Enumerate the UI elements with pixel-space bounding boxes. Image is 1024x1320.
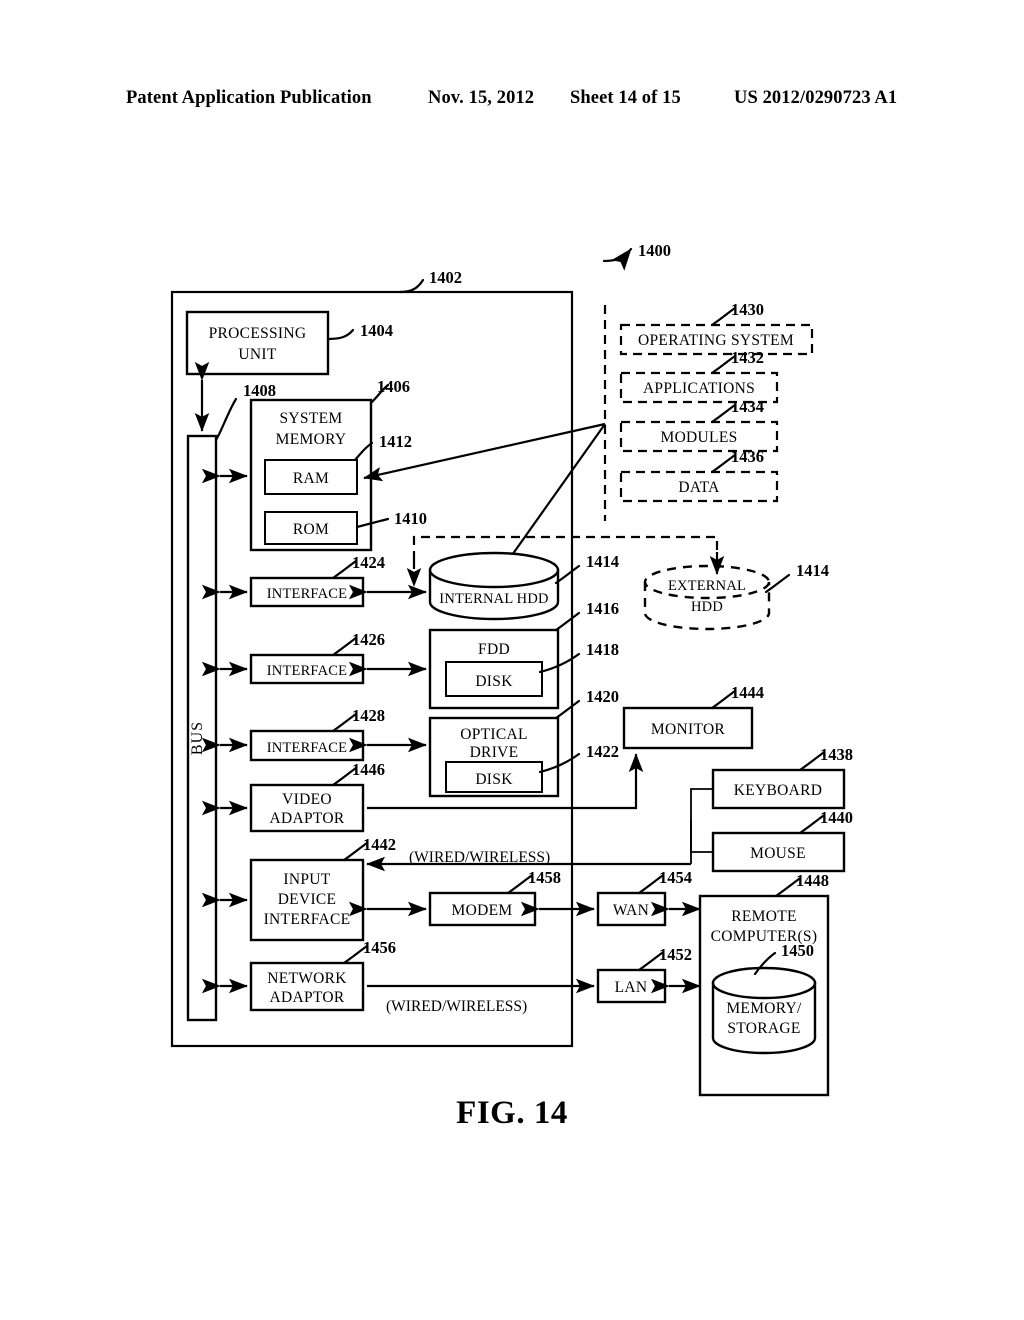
network-nodes-group: WAN 1454 LAN 1452 (596, 868, 701, 1004)
video-adaptor-label-1: VIDEO (282, 791, 332, 808)
system-ref-callout: 1400 (602, 241, 671, 271)
internal-hdd-label: INTERNAL HDD (439, 591, 548, 607)
ref-1418: 1418 (586, 640, 619, 659)
operating-system-label: OPERATING SYSTEM (638, 332, 794, 349)
ref-1436: 1436 (731, 447, 764, 466)
network-adaptor-row: NETWORK ADAPTOR 1456 (WIRED/WIRELESS) (201, 938, 595, 1015)
ref-1458: 1458 (528, 868, 561, 887)
modem-label: MODEM (452, 902, 513, 919)
interface-optical-label: INTERFACE (267, 740, 347, 756)
video-adaptor-label-2: ADAPTOR (269, 810, 344, 827)
remote-computers-group: REMOTE COMPUTER(S) 1448 MEMORY/ STORAGE … (698, 871, 830, 1097)
ref-1406: 1406 (377, 377, 410, 396)
rom-label: ROM (293, 521, 329, 538)
ref-1414-internal: 1414 (586, 552, 619, 571)
mouse-label: MOUSE (750, 845, 806, 862)
system-memory-label-2: MEMORY (276, 431, 347, 448)
leader-1416 (554, 611, 581, 632)
modules-label: MODULES (660, 429, 737, 446)
external-hdd-label-2: HDD (691, 599, 723, 615)
ref-1400: 1400 (638, 241, 671, 260)
ref-1432: 1432 (731, 348, 764, 367)
ref-1404: 1404 (360, 321, 393, 340)
ref-1434: 1434 (731, 397, 764, 416)
arrow-stack-to-hdd (499, 423, 606, 573)
ref-1446: 1446 (352, 760, 385, 779)
bus-label: BUS (189, 721, 206, 755)
hdd-interface-row: INTERFACE 1424 INTERNAL HDD 1414 (201, 551, 619, 621)
network-adaptor-label-1: NETWORK (267, 970, 347, 987)
leader-1414-internal (554, 564, 581, 585)
remote-computers-label-1: REMOTE (731, 908, 797, 925)
optical-drive-label-2: DRIVE (470, 744, 519, 761)
ref-1426: 1426 (352, 630, 385, 649)
ref-1450: 1450 (781, 941, 814, 960)
processing-unit-label-1: PROCESSING (209, 325, 307, 342)
wired-wireless-bottom-label: (WIRED/WIRELESS) (386, 998, 527, 1015)
patent-figure-page: Patent Application Publication Nov. 15, … (0, 0, 1024, 1320)
memory-storage-label-1: MEMORY/ (726, 1000, 802, 1017)
fdd-disk-label: DISK (475, 673, 513, 690)
ram-label: RAM (293, 470, 329, 487)
interface-fdd-label: INTERFACE (267, 663, 347, 679)
external-hdd-label-1: EXTERNAL (668, 578, 746, 594)
memory-storage-label-2: STORAGE (727, 1020, 800, 1037)
software-stack-group: OPERATING SYSTEM 1430 APPLICATIONS 1432 … (363, 300, 814, 573)
input-device-interface-label-3: INTERFACE (264, 911, 351, 928)
ref-1424: 1424 (352, 553, 385, 572)
ref-1414-external: 1414 (796, 561, 829, 580)
ref-1456: 1456 (363, 938, 396, 957)
wan-label: WAN (613, 902, 649, 919)
applications-label: APPLICATIONS (643, 380, 755, 397)
fdd-label: FDD (478, 641, 510, 658)
input-device-interface-label-1: INPUT (283, 871, 330, 888)
ref-1448: 1448 (796, 871, 829, 890)
ref-1440: 1440 (820, 808, 853, 827)
processing-unit-label-2: UNIT (238, 346, 276, 363)
processing-unit-block: PROCESSING UNIT 1404 (185, 310, 393, 376)
input-device-interface-label-2: DEVICE (278, 891, 337, 908)
ref-1416: 1416 (586, 599, 619, 618)
external-hdd-block: EXTERNAL HDD 1414 (643, 561, 829, 631)
ref-1410: 1410 (394, 509, 427, 528)
leader-1408 (214, 397, 238, 442)
ref-1454: 1454 (659, 868, 692, 887)
ref-1438: 1438 (820, 745, 853, 764)
ref-1452: 1452 (659, 945, 692, 964)
ref-1412: 1412 (379, 432, 412, 451)
optical-drive-label-1: OPTICAL (460, 726, 528, 743)
network-adaptor-label-2: ADAPTOR (269, 989, 344, 1006)
leader-1420 (554, 699, 581, 720)
ref-1444: 1444 (731, 683, 764, 702)
optical-disk-label: DISK (475, 771, 513, 788)
data-label: DATA (678, 479, 720, 496)
kbd-mouse-junction (690, 788, 713, 853)
ref-1442: 1442 (363, 835, 396, 854)
ref-1422: 1422 (586, 742, 619, 761)
ref-1420: 1420 (586, 687, 619, 706)
ref-1428: 1428 (352, 706, 385, 725)
ref-1408: 1408 (243, 381, 276, 400)
ref-1430: 1430 (731, 300, 764, 319)
interface-hdd-label: INTERFACE (267, 586, 347, 602)
leader-1402 (398, 278, 425, 294)
wired-wireless-top-label: (WIRED/WIRELESS) (409, 849, 550, 866)
leader-1404 (326, 328, 355, 341)
keyboard-label: KEYBOARD (734, 782, 823, 799)
lan-label: LAN (615, 979, 648, 996)
system-memory-label-1: SYSTEM (280, 410, 343, 427)
ref-1402: 1402 (429, 268, 462, 287)
figure-caption: FIG. 14 (456, 1095, 568, 1131)
system-memory-block: SYSTEM MEMORY 1406 RAM 1412 ROM 1410 (201, 377, 427, 552)
input-device-interface-row: INPUT DEVICE INTERFACE 1442 (WIRED/WIREL… (201, 835, 595, 942)
fdd-interface-row: INTERFACE 1426 FDD DISK 1416 1418 (201, 599, 619, 710)
monitor-label: MONITOR (651, 721, 726, 738)
